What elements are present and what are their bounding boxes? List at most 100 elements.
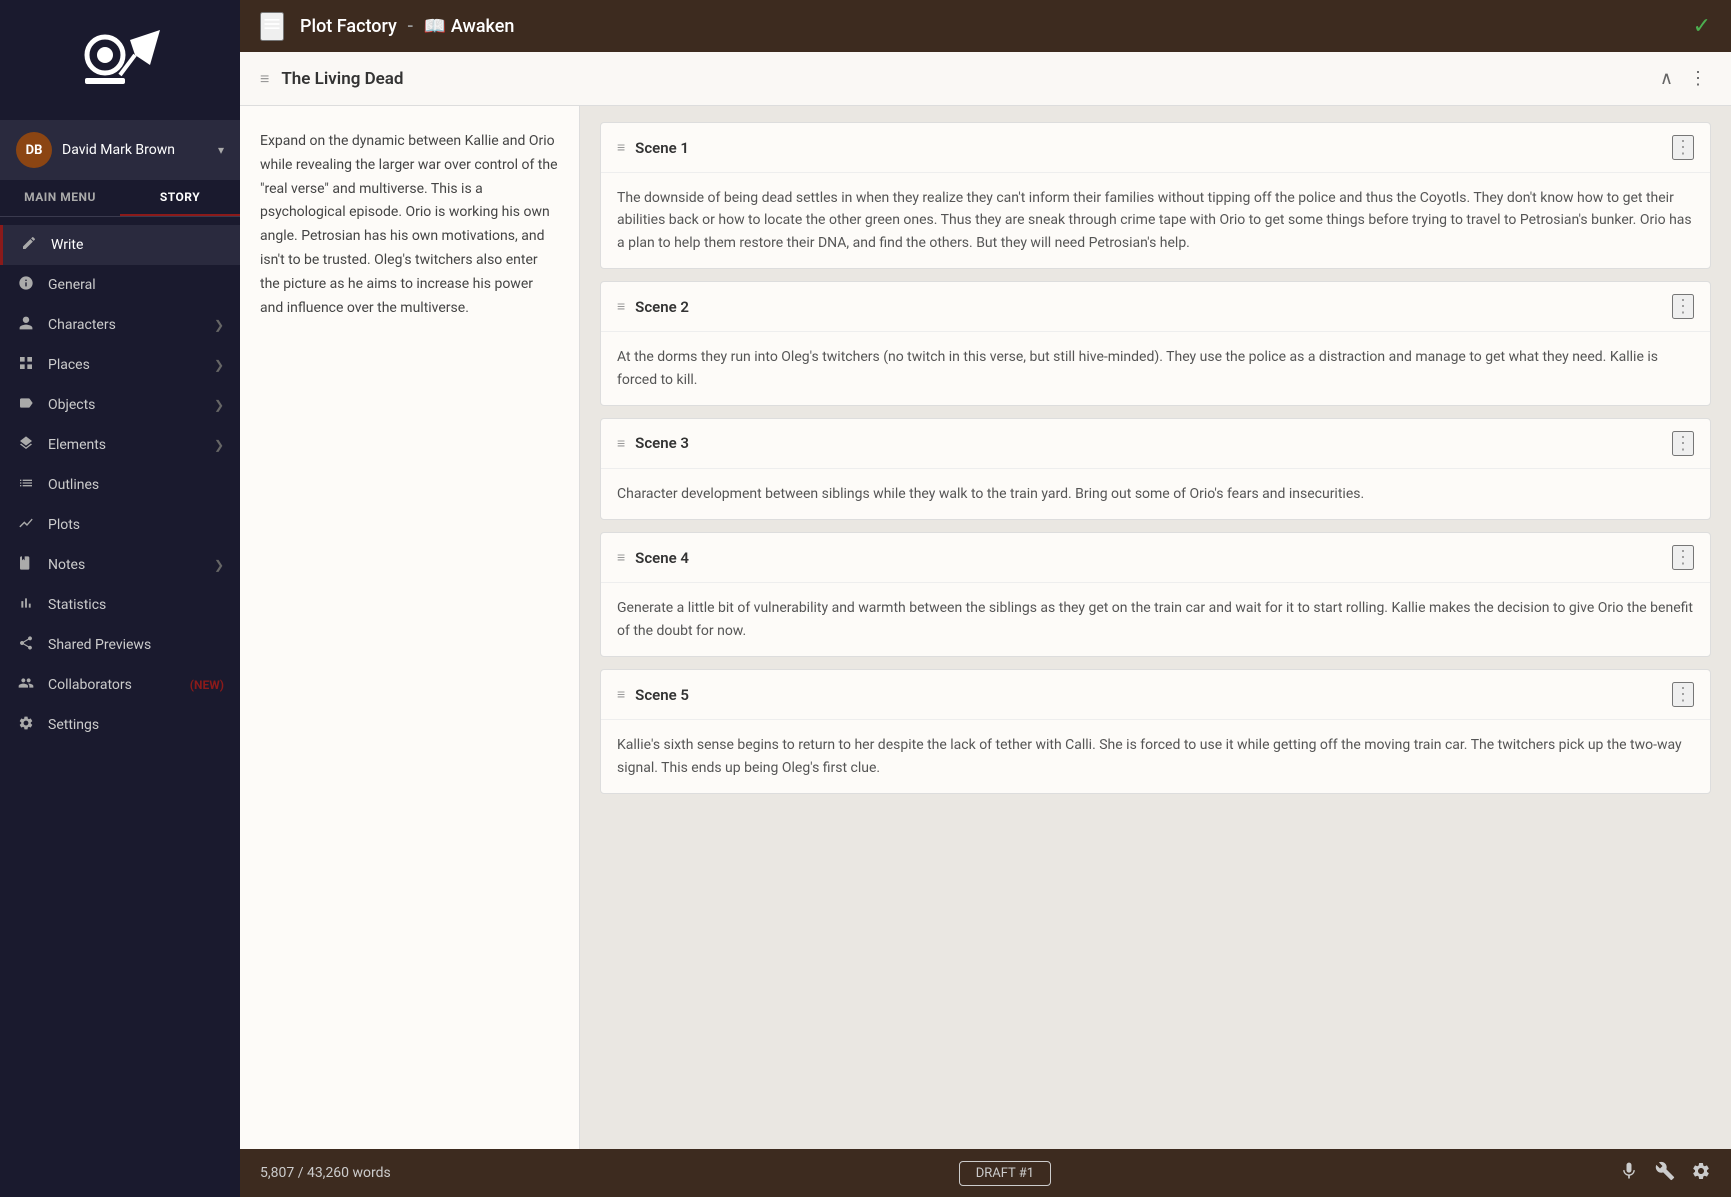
chapter-menu-button[interactable]: ⋮ (1685, 66, 1711, 91)
sidebar-label-write: Write (51, 237, 224, 253)
gear-icon (16, 715, 36, 735)
sidebar-label-elements: Elements (48, 437, 202, 453)
chapter-actions: ∧ ⋮ (1656, 66, 1711, 91)
scene-card-5: ≡ Scene 5 ⋮ Kallie's sixth sense begins … (600, 669, 1711, 794)
sidebar-label-plots: Plots (48, 517, 224, 533)
scene-title-4: Scene 4 (635, 549, 1662, 567)
scene-menu-button-2[interactable]: ⋮ (1672, 294, 1694, 319)
sidebar-item-write[interactable]: Write (0, 225, 240, 265)
scene-body-2: At the dorms they run into Oleg's twitch… (601, 332, 1710, 405)
sidebar-item-plots[interactable]: Plots (0, 505, 240, 545)
scene-menu-button-3[interactable]: ⋮ (1672, 431, 1694, 456)
sidebar-nav: Write General Characters ❯ Places ❯ (0, 217, 240, 1197)
scene-card-2: ≡ Scene 2 ⋮ At the dorms they run into O… (600, 281, 1711, 406)
draft-badge[interactable]: DRAFT #1 (959, 1161, 1051, 1186)
sidebar-label-general: General (48, 277, 224, 293)
sidebar: DB David Mark Brown ▾ MAIN MENU STORY Wr… (0, 0, 240, 1197)
sidebar-item-collaborators[interactable]: Collaborators (NEW) (0, 665, 240, 705)
sidebar-label-notes: Notes (48, 557, 202, 573)
topbar: Plot Factory - 📖 Awaken ✓ (240, 0, 1731, 52)
chevron-right-icon: ❯ (214, 318, 224, 332)
chapter-collapse-button[interactable]: ∧ (1656, 66, 1677, 91)
scene-body-3: Character development between siblings w… (601, 469, 1710, 519)
sidebar-item-shared-previews[interactable]: Shared Previews (0, 625, 240, 665)
info-icon (16, 275, 36, 295)
scene-title-1: Scene 1 (635, 139, 1662, 157)
main-content: Plot Factory - 📖 Awaken ✓ ≡ The Living D… (240, 0, 1731, 1197)
person-icon (16, 315, 36, 335)
book-icon: 📖 (424, 16, 446, 37)
sidebar-item-elements[interactable]: Elements ❯ (0, 425, 240, 465)
share-icon (16, 635, 36, 655)
stats-icon (16, 595, 36, 615)
scene-header-3: ≡ Scene 3 ⋮ (601, 419, 1710, 469)
scene-header-2: ≡ Scene 2 ⋮ (601, 282, 1710, 332)
menu-icon[interactable] (260, 12, 284, 41)
collab-icon (16, 675, 36, 695)
scene-handle-icon-3: ≡ (617, 435, 625, 452)
list-icon (16, 475, 36, 495)
chapter-header: ≡ The Living Dead ∧ ⋮ (240, 52, 1731, 106)
sidebar-label-settings: Settings (48, 717, 224, 733)
notes-icon (16, 555, 36, 575)
tag-icon (16, 395, 36, 415)
scene-card-1: ≡ Scene 1 ⋮ The downside of being dead s… (600, 122, 1711, 269)
sidebar-logo (0, 0, 240, 120)
scene-title-3: Scene 3 (635, 434, 1662, 452)
sidebar-item-statistics[interactable]: Statistics (0, 585, 240, 625)
sidebar-label-collaborators: Collaborators (48, 677, 178, 693)
microphone-icon[interactable] (1619, 1161, 1639, 1186)
chevron-right-icon-objects: ❯ (214, 398, 224, 412)
new-badge: (NEW) (190, 678, 224, 692)
description-panel: Expand on the dynamic between Kallie and… (240, 106, 580, 1149)
two-col-layout: Expand on the dynamic between Kallie and… (240, 106, 1731, 1149)
user-avatar: DB (16, 132, 52, 168)
description-text: Expand on the dynamic between Kallie and… (260, 130, 559, 320)
sidebar-label-objects: Objects (48, 397, 202, 413)
scene-menu-button-5[interactable]: ⋮ (1672, 682, 1694, 707)
sidebar-tabs: MAIN MENU STORY (0, 180, 240, 217)
scene-handle-icon-2: ≡ (617, 298, 625, 315)
scene-handle-icon-1: ≡ (617, 139, 625, 156)
sidebar-item-places[interactable]: Places ❯ (0, 345, 240, 385)
sidebar-user[interactable]: DB David Mark Brown ▾ (0, 120, 240, 180)
sidebar-label-outlines: Outlines (48, 477, 224, 493)
sidebar-label-characters: Characters (48, 317, 202, 333)
tab-main-menu[interactable]: MAIN MENU (0, 180, 120, 216)
scene-title-5: Scene 5 (635, 686, 1662, 704)
tab-story[interactable]: STORY (120, 180, 240, 216)
chevron-down-icon: ▾ (218, 143, 224, 157)
check-icon: ✓ (1693, 14, 1711, 39)
sidebar-item-notes[interactable]: Notes ❯ (0, 545, 240, 585)
chevron-right-icon-elements: ❯ (214, 438, 224, 452)
sidebar-item-settings[interactable]: Settings (0, 705, 240, 745)
sidebar-label-statistics: Statistics (48, 597, 224, 613)
topbar-title: Plot Factory - 📖 Awaken (300, 16, 514, 37)
scene-header-1: ≡ Scene 1 ⋮ (601, 123, 1710, 173)
scene-card-4: ≡ Scene 4 ⋮ Generate a little bit of vul… (600, 532, 1711, 657)
sidebar-item-objects[interactable]: Objects ❯ (0, 385, 240, 425)
scene-title-2: Scene 2 (635, 298, 1662, 316)
tools-icon[interactable] (1655, 1161, 1675, 1186)
chevron-right-icon-places: ❯ (214, 358, 224, 372)
plots-icon (16, 515, 36, 535)
layers-icon (16, 435, 36, 455)
sidebar-item-characters[interactable]: Characters ❯ (0, 305, 240, 345)
pencil-icon (19, 235, 39, 255)
settings-icon[interactable] (1691, 1161, 1711, 1186)
word-count: 5,807 / 43,260 words (260, 1165, 391, 1181)
content-area: ≡ The Living Dead ∧ ⋮ Expand on the dyna… (240, 52, 1731, 1197)
scene-menu-button-1[interactable]: ⋮ (1672, 135, 1694, 160)
scene-header-4: ≡ Scene 4 ⋮ (601, 533, 1710, 583)
sidebar-item-general[interactable]: General (0, 265, 240, 305)
chapter-title: The Living Dead (281, 69, 1643, 89)
bottombar: 5,807 / 43,260 words DRAFT #1 (240, 1149, 1731, 1197)
grid-icon (16, 355, 36, 375)
scene-menu-button-4[interactable]: ⋮ (1672, 545, 1694, 570)
scenes-panel: ≡ Scene 1 ⋮ The downside of being dead s… (580, 106, 1731, 1149)
sidebar-label-shared-previews: Shared Previews (48, 637, 224, 653)
scene-handle-icon-5: ≡ (617, 686, 625, 703)
scene-body-4: Generate a little bit of vulnerability a… (601, 583, 1710, 656)
scene-body-1: The downside of being dead settles in wh… (601, 173, 1710, 268)
sidebar-item-outlines[interactable]: Outlines (0, 465, 240, 505)
